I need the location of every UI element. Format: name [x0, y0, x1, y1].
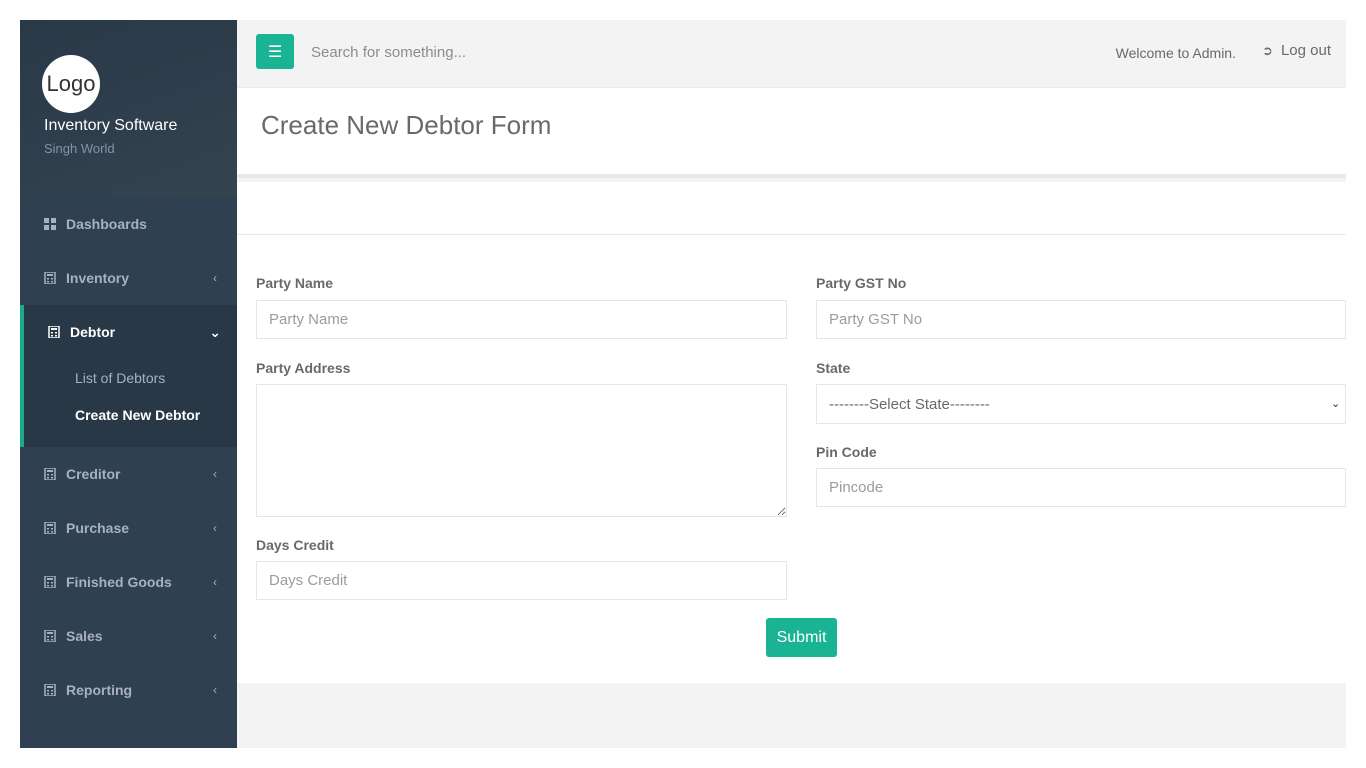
chevron-left-icon: ‹: [213, 271, 217, 285]
sidebar: Logo Inventory Software Singh World Dash…: [20, 20, 237, 748]
party-address-textarea[interactable]: [256, 384, 787, 517]
app-frame: Logo Inventory Software Singh World Dash…: [20, 20, 1346, 748]
profile-header: Logo Inventory Software Singh World: [20, 20, 237, 197]
sidebar-subitem-list-of-debtors[interactable]: List of Debtors: [48, 359, 237, 396]
sidebar-item-label: Reporting: [66, 682, 133, 698]
sidebar-item-debtor-head[interactable]: Debtor ⌄: [48, 305, 237, 359]
menu-toggle-button[interactable]: ☰: [256, 34, 294, 69]
sidebar-item-finished-goods[interactable]: Finished Goods ‹: [20, 555, 237, 609]
search-input[interactable]: [297, 34, 697, 70]
sidebar-item-inventory[interactable]: Inventory ‹: [20, 251, 237, 305]
chevron-left-icon: ‹: [213, 575, 217, 589]
sidebar-item-reporting[interactable]: Reporting ‹: [20, 663, 237, 717]
calculator-icon: [44, 630, 56, 642]
state-label: State: [816, 360, 851, 376]
sidebar-item-label: Inventory: [66, 270, 130, 286]
pin-code-input[interactable]: [816, 468, 1346, 507]
party-name-label: Party Name: [256, 275, 334, 291]
chevron-down-icon: ⌄: [1331, 398, 1341, 410]
submit-button[interactable]: Submit: [766, 618, 837, 657]
sidebar-item-sales[interactable]: Sales ‹: [20, 609, 237, 663]
logout-label: Log out: [1280, 42, 1331, 59]
calculator-icon: [48, 326, 60, 338]
chevron-left-icon: ‹: [213, 521, 217, 535]
th-large-icon: [44, 218, 56, 230]
page-title: Create New Debtor Form: [261, 110, 552, 140]
pin-code-label: Pin Code: [816, 444, 877, 460]
sidebar-item-creditor[interactable]: Creditor ‹: [20, 447, 237, 501]
calculator-icon: [44, 522, 56, 534]
logo[interactable]: Logo: [42, 55, 100, 113]
sidebar-item-debtor[interactable]: Debtor ⌄ List of Debtors Create New Debt…: [20, 305, 237, 447]
topbar: ☰ Welcome to Admin. ➲ Log out: [237, 20, 1346, 88]
hamburger-icon: ☰: [267, 43, 283, 61]
days-credit-label: Days Credit: [256, 537, 334, 553]
calculator-icon: [44, 684, 56, 696]
party-name-input[interactable]: [256, 300, 787, 339]
calculator-icon: [44, 468, 56, 480]
sidebar-item-label: Creditor: [66, 466, 121, 482]
logout-link[interactable]: ➲ Log out: [1262, 42, 1331, 59]
chevron-left-icon: ‹: [213, 629, 217, 643]
sidebar-item-label: Sales: [66, 628, 103, 644]
welcome-message: Welcome to Admin.: [1115, 45, 1236, 61]
state-select[interactable]: --------Select State--------: [816, 384, 1346, 424]
sidebar-item-dashboards[interactable]: Dashboards: [20, 197, 237, 251]
app-subtitle: Singh World: [44, 141, 115, 156]
calculator-icon: [44, 576, 56, 588]
sidebar-item-label: Purchase: [66, 520, 130, 536]
party-address-label: Party Address: [256, 360, 351, 376]
sidebar-subitem-create-new-debtor[interactable]: Create New Debtor: [48, 396, 237, 433]
sidebar-item-label: Dashboards: [66, 216, 147, 232]
calculator-icon: [44, 272, 56, 284]
form-panel-title: [237, 182, 1346, 235]
days-credit-input[interactable]: [256, 561, 787, 600]
sidebar-nav: Dashboards Inventory ‹ Debtor ⌄ List of …: [20, 197, 237, 717]
party-gst-label: Party GST No: [816, 275, 907, 291]
party-gst-input[interactable]: [816, 300, 1346, 339]
sidebar-item-label: Finished Goods: [66, 574, 172, 590]
sidebar-item-label: Debtor: [70, 324, 116, 340]
chevron-down-icon: ⌄: [209, 323, 221, 340]
sign-out-icon: ➲: [1262, 42, 1273, 58]
app-name: Inventory Software: [44, 117, 178, 134]
debtor-form: Party Name Party GST No Party Address St…: [237, 235, 1346, 683]
page-heading: Create New Debtor Form: [237, 88, 1346, 178]
chevron-left-icon: ‹: [213, 683, 217, 697]
chevron-left-icon: ‹: [213, 467, 217, 481]
sidebar-item-purchase[interactable]: Purchase ‹: [20, 501, 237, 555]
